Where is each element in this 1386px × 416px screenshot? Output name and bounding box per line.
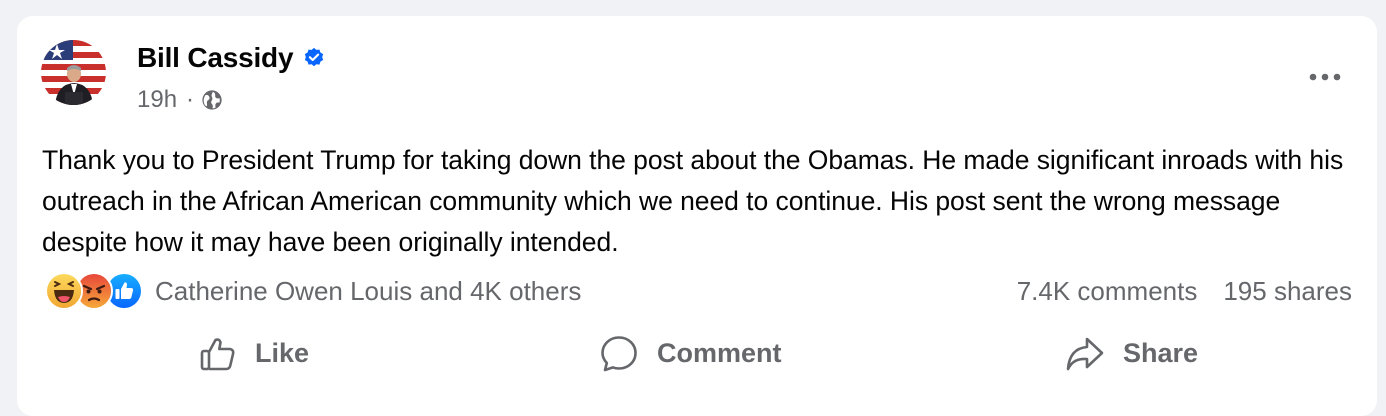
reactions-names[interactable]: Catherine Owen Louis and 4K others bbox=[155, 276, 581, 307]
shares-count[interactable]: 195 shares bbox=[1223, 276, 1352, 307]
avatar[interactable] bbox=[41, 40, 106, 105]
reactions-summary[interactable]: Catherine Owen Louis and 4K others bbox=[45, 272, 581, 310]
post-text: Thank you to President Trump for taking … bbox=[42, 145, 1344, 257]
share-button[interactable]: Share bbox=[1065, 331, 1198, 376]
comment-label: Comment bbox=[657, 338, 782, 368]
haha-reaction-icon bbox=[45, 272, 83, 310]
author-name[interactable]: Bill Cassidy bbox=[137, 42, 294, 74]
meta-separator: · bbox=[186, 86, 195, 113]
action-bar: Like Comment Share bbox=[17, 331, 1377, 376]
share-arrow-icon bbox=[1065, 335, 1105, 373]
comment-icon bbox=[599, 334, 639, 374]
verified-badge-icon bbox=[303, 47, 325, 69]
post-meta: 19h · bbox=[137, 86, 223, 114]
comment-button[interactable]: Comment bbox=[599, 331, 782, 376]
post-card: Bill Cassidy 19h · Thank you to Presiden… bbox=[17, 16, 1377, 416]
more-options-icon[interactable] bbox=[1305, 62, 1345, 92]
thumbs-up-icon bbox=[199, 335, 237, 373]
comments-count[interactable]: 7.4K comments bbox=[1017, 276, 1198, 307]
globe-icon[interactable] bbox=[201, 89, 223, 111]
like-label: Like bbox=[255, 338, 310, 368]
share-label: Share bbox=[1123, 338, 1199, 368]
post-time[interactable]: 19h bbox=[137, 86, 177, 114]
author-row: Bill Cassidy bbox=[137, 42, 325, 74]
engagement-counts: 7.4K comments 195 shares bbox=[1017, 276, 1352, 307]
like-button[interactable]: Like bbox=[199, 331, 309, 376]
